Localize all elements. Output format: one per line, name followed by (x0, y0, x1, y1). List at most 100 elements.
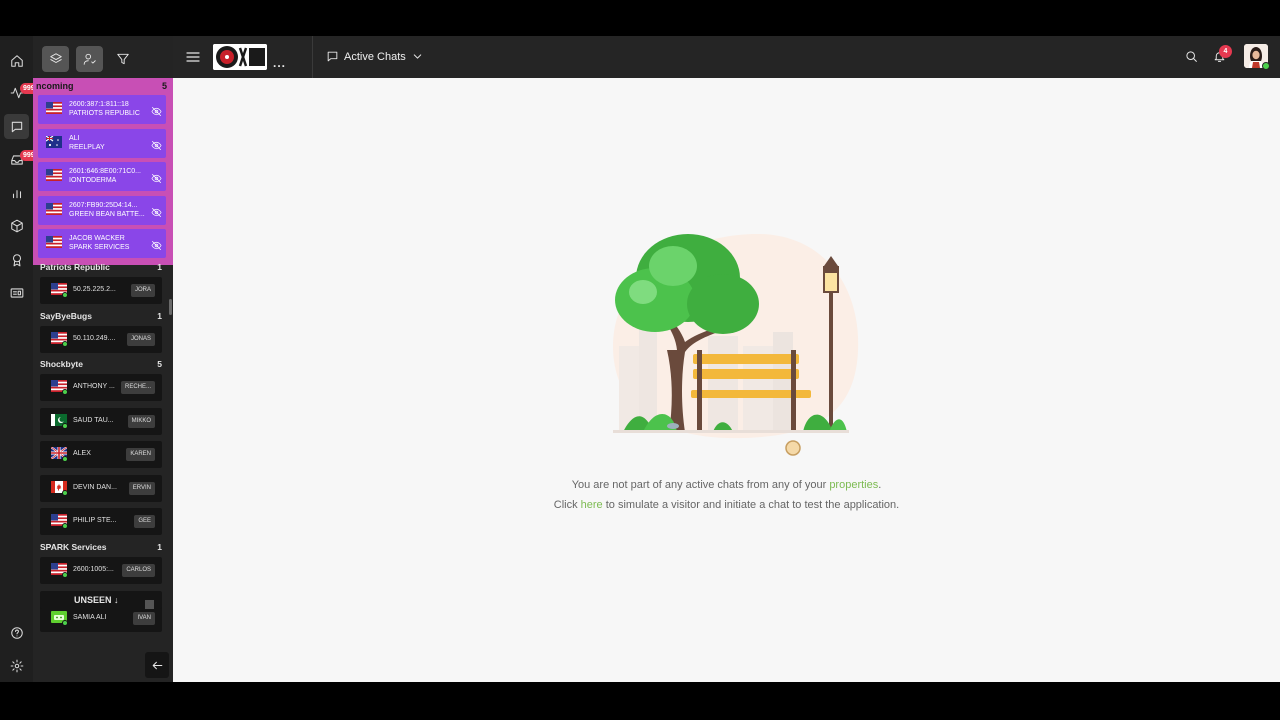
chat-row[interactable]: PHILIP STE... GEE (40, 508, 162, 535)
flag-icon (46, 102, 62, 114)
chevron-down-icon (413, 54, 421, 59)
filter-icon[interactable] (109, 46, 136, 72)
unseen-button[interactable]: UNSEEN ↓ (40, 591, 162, 609)
empty-state-text: You are not part of any active chats fro… (571, 479, 830, 491)
box-icon[interactable] (4, 213, 29, 238)
scrollbar-thumb[interactable] (169, 299, 172, 315)
property-label: IONTODERMA (69, 177, 117, 184)
layers-icon[interactable] (42, 46, 69, 72)
group-name: SPARK Services (40, 541, 107, 552)
agent-tag: CARLOS (122, 563, 155, 577)
online-dot (62, 340, 68, 347)
help-icon[interactable] (4, 620, 29, 645)
chat-row[interactable]: DEVIN DAN... ERVIN (40, 474, 162, 502)
empty-state-line-1: You are not part of any active chats fro… (173, 479, 1280, 491)
visitor-name: ALEX (73, 450, 91, 457)
view-selector[interactable]: Active Chats (326, 50, 424, 63)
award-icon[interactable] (4, 247, 29, 272)
visitor-label: 2600:387:1:811::18 (69, 101, 129, 108)
visitor-name: SAUD TAU... (73, 416, 114, 424)
chat-row[interactable]: 50.25.225.2... JORA (40, 277, 162, 304)
agent-tag: GEE (134, 515, 155, 528)
search-icon[interactable] (1185, 50, 1199, 64)
incoming-chat-item[interactable]: ALI REELPLAY (38, 128, 166, 158)
unseen-label: UNSEEN ↓ (74, 595, 119, 605)
park-bench-illustration (593, 226, 863, 462)
top-bar: ... Active Chats 4 (173, 36, 1280, 78)
chat-icon[interactable] (4, 114, 29, 139)
online-dot (62, 620, 68, 626)
eye-off-icon[interactable] (151, 238, 162, 250)
incoming-chat-item[interactable]: 2607:FB90:25D4:14... GREEN BEAN BATTE... (38, 195, 166, 225)
more-properties-button[interactable]: ... (273, 56, 286, 70)
visitor-name: SAMIA ALI (73, 614, 107, 621)
visitor-name: 2600:1005:... (73, 565, 114, 573)
simulate-text: to simulate a visitor and initiate a cha… (602, 499, 900, 511)
incoming-section: ncoming 5 2600:387:1:811::18PATRIOTS REP… (33, 78, 173, 265)
home-icon[interactable] (4, 48, 29, 73)
agent-tag: JONAS (126, 332, 155, 346)
view-selector-label: Active Chats (344, 50, 406, 63)
panel-toolbar (33, 36, 173, 78)
incoming-chat-item[interactable]: 2601:646:8E00:71C0... IONTODERMA (38, 162, 166, 191)
online-dot (62, 571, 68, 578)
property-logo[interactable] (213, 44, 267, 70)
incoming-chat-item[interactable]: JACOB WACKER SPARK SERVICES (38, 229, 166, 258)
id-card-icon[interactable] (4, 280, 29, 305)
property-group-header[interactable]: SayByeBugs 1 (33, 311, 167, 323)
property-group-header[interactable]: Patriots Republic 1 (33, 262, 167, 274)
property-group-header[interactable]: SPARK Services 1 (33, 542, 167, 554)
incoming-chat-item[interactable]: 2600:387:1:811::18PATRIOTS REPUBLIC (38, 95, 166, 124)
reports-icon[interactable] (4, 180, 29, 205)
click-text: Click (553, 499, 581, 511)
agent-tag: MIKKO (127, 414, 155, 428)
property-group-header[interactable]: Shockbyte 5 (33, 359, 167, 371)
online-status-dot (1262, 62, 1270, 70)
chat-row[interactable]: SAUD TAU... MIKKO (40, 407, 162, 435)
collapse-panel-button[interactable] (145, 652, 169, 678)
online-dot (62, 389, 68, 395)
chat-row[interactable]: SAMIA ALI IVAN (40, 605, 162, 632)
eye-off-icon[interactable] (151, 138, 162, 150)
group-count: 1 (157, 541, 162, 552)
chat-row[interactable]: 2600:1005:... CARLOS (40, 556, 162, 584)
visitor-label: 2601:646:8E00:71C0... (69, 168, 142, 175)
user-check-icon[interactable] (76, 46, 103, 72)
group-count: 1 (157, 310, 162, 321)
unseen-indicator (145, 600, 154, 609)
flag-icon (46, 135, 62, 148)
visitor-label: JACOB WACKER (69, 235, 125, 242)
group-name: SayByeBugs (40, 310, 92, 321)
chat-list-panel: ncoming 5 2600:387:1:811::18PATRIOTS REP… (33, 36, 173, 682)
online-dot (62, 292, 68, 298)
simulate-visitor-link[interactable]: here (581, 499, 603, 511)
chat-row[interactable]: ANTHONY ... RECHE... (40, 374, 162, 401)
agent-tag: IVAN (133, 612, 155, 625)
flag-icon (46, 236, 62, 248)
properties-link[interactable]: properties (829, 479, 878, 491)
chat-row[interactable]: 50.110.249.... JONAS (40, 325, 162, 353)
app-window: 999+ 999+ ncoming 5 2600:387:1:811::18 P… (0, 36, 1280, 682)
online-dot (62, 489, 68, 496)
visitor-name: 50.110.249.... (73, 334, 116, 342)
group-count: 1 (157, 262, 162, 272)
eye-off-icon[interactable] (151, 104, 162, 116)
online-dot (62, 422, 68, 429)
visitor-label: ALI (69, 134, 80, 142)
visitor-label: 2607:FB90:25D4:14... (69, 201, 138, 209)
settings-icon[interactable] (4, 653, 29, 678)
menu-icon[interactable] (185, 49, 201, 65)
eye-off-icon[interactable] (151, 205, 162, 217)
property-label: SPARK SERVICES (69, 244, 130, 251)
toolbar-divider (312, 36, 313, 78)
agent-tag: RECHE... (120, 381, 155, 394)
incoming-header: ncoming 5 (33, 81, 173, 93)
chat-row[interactable]: ALEX KAREN (40, 441, 162, 468)
property-label: REELPLAY (69, 143, 105, 151)
online-dot (62, 456, 68, 462)
agent-tag: KAREN (126, 448, 155, 461)
property-label: PATRIOTS REPUBLIC (69, 110, 140, 117)
eye-off-icon[interactable] (151, 171, 162, 183)
agent-tag: ERVIN (128, 481, 155, 495)
main-content: You are not part of any active chats fro… (173, 78, 1280, 682)
